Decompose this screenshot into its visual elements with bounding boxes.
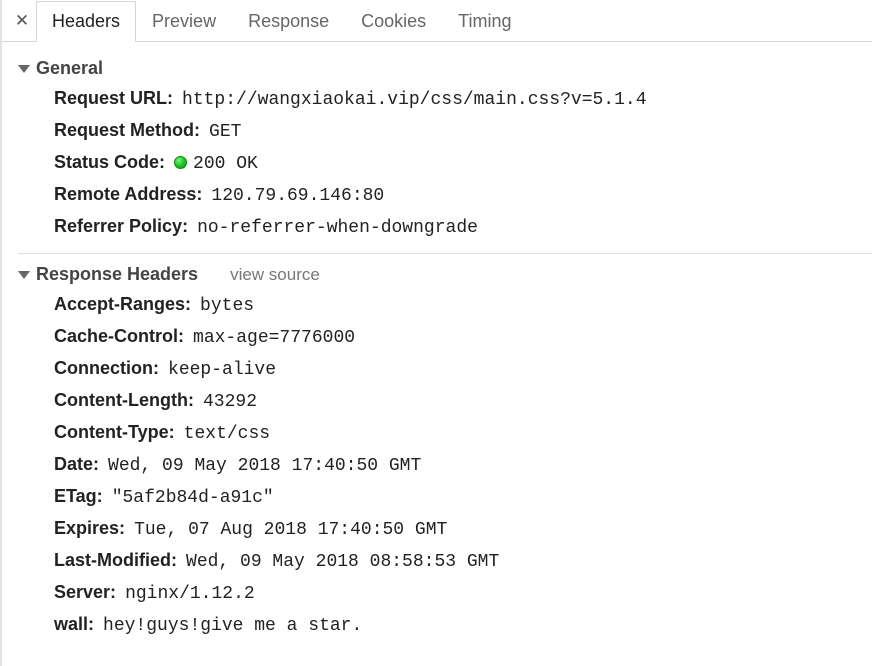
label-cache-control: Cache-Control: <box>54 326 184 346</box>
value-wall: hey!guys!give me a star. <box>103 616 362 636</box>
row-wall: wall: hey!guys!give me a star. <box>18 609 872 641</box>
row-request-method: Request Method: GET <box>18 115 872 147</box>
section-general-title: General <box>36 58 103 79</box>
tab-bar: ✕ Headers Preview Response Cookies Timin… <box>2 0 872 42</box>
row-status-code: Status Code: 200 OK <box>18 147 872 179</box>
label-referrer-policy: Referrer Policy: <box>54 216 188 236</box>
label-connection: Connection: <box>54 358 159 378</box>
close-icon[interactable]: ✕ <box>8 0 36 41</box>
section-general: General Request URL: http://wangxiaokai.… <box>18 48 872 253</box>
row-referrer-policy: Referrer Policy: no-referrer-when-downgr… <box>18 211 872 243</box>
row-accept-ranges: Accept-Ranges: bytes <box>18 289 872 321</box>
status-code-text: 200 OK <box>193 154 258 174</box>
value-connection: keep-alive <box>168 360 276 380</box>
section-response-headers-title: Response Headers <box>36 264 198 285</box>
tab-headers[interactable]: Headers <box>36 1 136 42</box>
tab-timing[interactable]: Timing <box>442 1 527 42</box>
label-last-modified: Last-Modified: <box>54 550 177 570</box>
row-expires: Expires: Tue, 07 Aug 2018 17:40:50 GMT <box>18 513 872 545</box>
tab-response[interactable]: Response <box>232 1 345 42</box>
label-expires: Expires: <box>54 518 125 538</box>
label-content-type: Content-Type: <box>54 422 175 442</box>
value-server: nginx/1.12.2 <box>125 584 255 604</box>
row-last-modified: Last-Modified: Wed, 09 May 2018 08:58:53… <box>18 545 872 577</box>
network-headers-panel: ✕ Headers Preview Response Cookies Timin… <box>0 0 872 666</box>
label-wall: wall: <box>54 614 94 634</box>
row-request-url: Request URL: http://wangxiaokai.vip/css/… <box>18 83 872 115</box>
row-server: Server: nginx/1.12.2 <box>18 577 872 609</box>
row-etag: ETag: "5af2b84d-a91c" <box>18 481 872 513</box>
value-referrer-policy: no-referrer-when-downgrade <box>197 218 478 238</box>
label-accept-ranges: Accept-Ranges: <box>54 294 191 314</box>
row-content-length: Content-Length: 43292 <box>18 385 872 417</box>
value-remote-address: 120.79.69.146:80 <box>211 186 384 206</box>
section-response-headers: Response Headers view source Accept-Rang… <box>18 253 872 651</box>
status-ok-icon <box>174 156 187 169</box>
row-date: Date: Wed, 09 May 2018 17:40:50 GMT <box>18 449 872 481</box>
headers-content: General Request URL: http://wangxiaokai.… <box>2 42 872 657</box>
label-request-url: Request URL: <box>54 88 173 108</box>
value-status-code: 200 OK <box>174 154 258 174</box>
value-request-method: GET <box>209 122 241 142</box>
triangle-down-icon <box>18 271 30 279</box>
section-response-headers-toggle[interactable]: Response Headers view source <box>18 260 872 289</box>
row-cache-control: Cache-Control: max-age=7776000 <box>18 321 872 353</box>
value-content-type: text/css <box>184 424 270 444</box>
value-accept-ranges: bytes <box>200 296 254 316</box>
label-status-code: Status Code: <box>54 152 165 172</box>
row-remote-address: Remote Address: 120.79.69.146:80 <box>18 179 872 211</box>
label-remote-address: Remote Address: <box>54 184 202 204</box>
value-date: Wed, 09 May 2018 17:40:50 GMT <box>108 456 421 476</box>
section-general-toggle[interactable]: General <box>18 54 872 83</box>
value-expires: Tue, 07 Aug 2018 17:40:50 GMT <box>134 520 447 540</box>
label-date: Date: <box>54 454 99 474</box>
value-content-length: 43292 <box>203 392 257 412</box>
label-etag: ETag: <box>54 486 103 506</box>
triangle-down-icon <box>18 65 30 73</box>
label-request-method: Request Method: <box>54 120 200 140</box>
view-source-link[interactable]: view source <box>230 265 320 285</box>
value-etag: "5af2b84d-a91c" <box>112 488 274 508</box>
tab-preview[interactable]: Preview <box>136 1 232 42</box>
label-server: Server: <box>54 582 116 602</box>
label-content-length: Content-Length: <box>54 390 194 410</box>
value-last-modified: Wed, 09 May 2018 08:58:53 GMT <box>186 552 499 572</box>
value-request-url: http://wangxiaokai.vip/css/main.css?v=5.… <box>182 90 646 110</box>
value-cache-control: max-age=7776000 <box>193 328 355 348</box>
row-connection: Connection: keep-alive <box>18 353 872 385</box>
row-content-type: Content-Type: text/css <box>18 417 872 449</box>
tab-cookies[interactable]: Cookies <box>345 1 442 42</box>
